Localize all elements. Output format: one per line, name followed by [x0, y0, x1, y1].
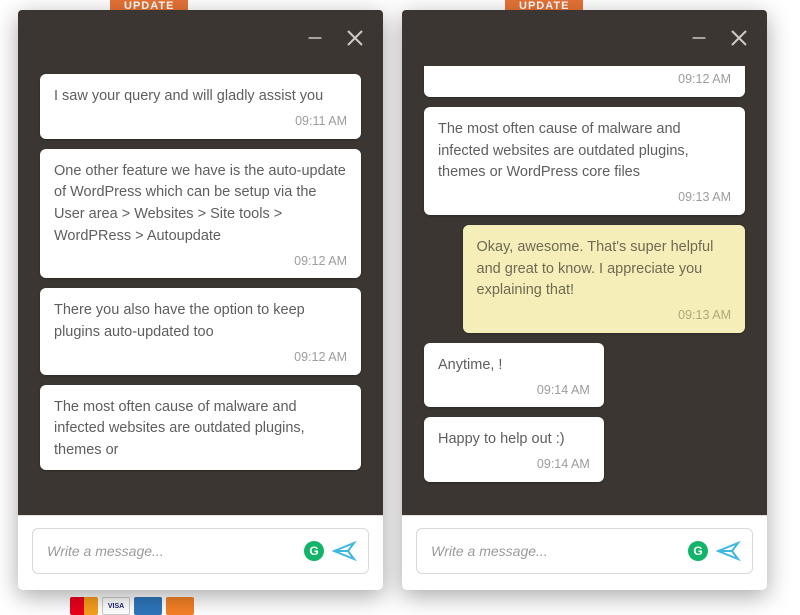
discover-logo	[166, 597, 194, 615]
chat-window: 09:12 AM The most often cause of malware …	[402, 10, 767, 590]
message-input[interactable]	[47, 543, 296, 559]
message-bubble-agent: Anytime, ! 09:14 AM	[424, 343, 604, 408]
message-text: Happy to help out :)	[438, 431, 565, 447]
composer-area: G	[18, 515, 383, 590]
message-timestamp: 09:12 AM	[54, 348, 347, 367]
close-icon[interactable]	[345, 28, 365, 48]
send-icon[interactable]	[332, 540, 358, 562]
message-timestamp: 09:14 AM	[438, 381, 590, 400]
message-text: The most often cause of malware and infe…	[54, 399, 305, 459]
message-text: Anytime, !	[438, 357, 502, 373]
message-timestamp: 09:11 AM	[54, 112, 347, 131]
amex-logo	[134, 597, 162, 615]
payment-logos: VISA	[70, 597, 194, 615]
message-list: I saw your query and will gladly assist …	[18, 66, 383, 515]
composer-area: G	[402, 515, 767, 590]
message-text: One other feature we have is the auto-up…	[54, 163, 346, 244]
minimize-icon[interactable]	[691, 28, 707, 48]
close-icon[interactable]	[729, 28, 749, 48]
message-text: The most often cause of malware and infe…	[438, 121, 689, 181]
chat-window: I saw your query and will gladly assist …	[18, 10, 383, 590]
message-text: There you also have the option to keep p…	[54, 302, 305, 340]
minimize-icon[interactable]	[307, 28, 323, 48]
titlebar	[18, 10, 383, 66]
mastercard-logo	[70, 597, 98, 615]
visa-logo: VISA	[102, 597, 130, 615]
message-bubble-self: Okay, awesome. That's super helpful and …	[463, 225, 745, 333]
message-bubble-agent: The most often cause of malware and infe…	[40, 385, 361, 470]
message-timestamp: 09:13 AM	[438, 188, 731, 207]
message-bubble-agent: The most often cause of malware and infe…	[424, 107, 745, 215]
titlebar	[402, 10, 767, 66]
composer: G	[32, 528, 369, 574]
message-timestamp: 09:12 AM	[438, 70, 731, 89]
message-bubble-agent: Happy to help out :) 09:14 AM	[424, 417, 604, 482]
message-text: Okay, awesome. That's super helpful and …	[477, 239, 714, 299]
grammarly-icon[interactable]: G	[304, 541, 324, 561]
message-bubble-agent: One other feature we have is the auto-up…	[40, 149, 361, 279]
send-icon[interactable]	[716, 540, 742, 562]
message-list: 09:12 AM The most often cause of malware …	[402, 66, 767, 515]
message-text: I saw your query and will gladly assist …	[54, 88, 323, 104]
message-bubble-agent: 09:12 AM	[424, 66, 745, 97]
message-timestamp: 09:13 AM	[477, 306, 731, 325]
message-timestamp: 09:14 AM	[438, 455, 590, 474]
message-bubble-agent: I saw your query and will gladly assist …	[40, 74, 361, 139]
message-input[interactable]	[431, 543, 680, 559]
composer: G	[416, 528, 753, 574]
grammarly-icon[interactable]: G	[688, 541, 708, 561]
message-timestamp: 09:12 AM	[54, 252, 347, 271]
message-bubble-agent: There you also have the option to keep p…	[40, 288, 361, 374]
